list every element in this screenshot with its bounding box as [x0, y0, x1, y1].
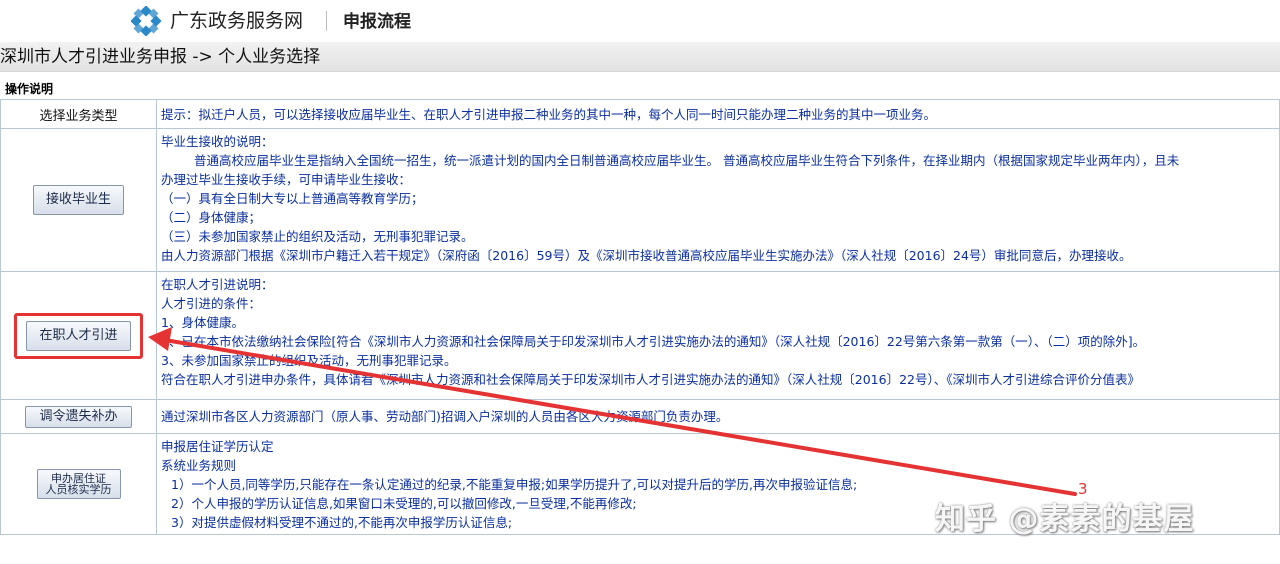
talent-introduction-button[interactable]: 在职人才引进 — [26, 320, 131, 351]
description-line: 符合在职人才引进申办条件，具体请看《深圳市人力资源和社会保障局关于印发深圳市人才… — [161, 372, 1140, 387]
select-business-type-label: 选择业务类型 — [39, 108, 118, 124]
table-row-graduate: 接收毕业生 毕业生接收的说明： 普通高校应届毕业生是指纳入全国统一招生，统一派遣… — [0, 128, 1280, 272]
header-divider — [326, 11, 327, 31]
row-label-cell: 调令遗失补办 — [0, 399, 157, 434]
row-label-cell: 选择业务类型 — [0, 99, 157, 129]
gov-logo-icon — [131, 6, 161, 36]
table-row-talent: 在职人才引进 在职人才引进说明： 人才引进的条件： 1、身体健康。 2、已在本市… — [0, 271, 1280, 400]
description-line: 系统业务规则 — [161, 458, 237, 473]
header-subtitle: 申报流程 — [343, 12, 411, 32]
description-line: （一）具有全日制大专以上普通高等教育学历； — [161, 191, 424, 206]
description-line: 毕业生接收的说明： — [161, 134, 274, 149]
description-line: 申报居住证学历认定 — [161, 439, 274, 454]
description-line: 由人力资源部门根据《深圳市户籍迁入若干规定》（深府函〔2016〕59号）及《深圳… — [161, 248, 1132, 263]
description-line: 2、已在本市依法缴纳社会保险[符合《深圳市人力资源和社会保障局关于印发深圳市人才… — [161, 334, 1146, 349]
breadcrumb-bar: 深圳市人才引进业务申报 -> 个人业务选择 — [0, 42, 1280, 72]
row-description: 毕业生接收的说明： 普通高校应届毕业生是指纳入全国统一招生，统一派遣计划的国内全… — [156, 128, 1280, 272]
row-label-cell: 申办居住证 人员核实学历 — [0, 433, 157, 535]
zhihu-watermark: 知乎 @素素的基屋 — [935, 502, 1195, 537]
description-line: 3、未参加国家禁止的组织及活动，无刑事犯罪记录。 — [161, 353, 457, 368]
breadcrumb: 深圳市人才引进业务申报 -> 个人业务选择 — [0, 47, 321, 67]
row-description: 在职人才引进说明： 人才引进的条件： 1、身体健康。 2、已在本市依法缴纳社会保… — [156, 271, 1280, 400]
description-line: （三）未参加国家禁止的组织及活动，无刑事犯罪记录。 — [161, 229, 474, 244]
description-line: 在职人才引进说明： — [161, 277, 274, 292]
row-label-cell: 接收毕业生 — [0, 128, 157, 272]
description-line: 人才引进的条件： — [161, 296, 262, 311]
site-name[interactable]: 广东政务服务网 — [170, 8, 303, 34]
residence-permit-education-button[interactable]: 申办居住证 人员核实学历 — [36, 469, 121, 499]
description-line: 1）一个人员,同等学历,只能存在一条认定通过的纪录,不能重复申报;如果学历提升了… — [171, 477, 858, 492]
row-description: 提示：拟迁户人员，可以选择接收应届毕业生、在职人才引进申报二种业务的其中一种，每… — [156, 99, 1280, 129]
button-label-line: 人员核实学历 — [45, 483, 112, 496]
description-line: （二）身体健康； — [161, 210, 262, 225]
description-line: 通过深圳市各区人力资源部门（原人事、劳动部门)招调入户深圳的人员由各区人力资源部… — [161, 409, 729, 424]
row-label-cell: 在职人才引进 — [0, 271, 157, 400]
row-description: 通过深圳市各区人力资源部门（原人事、劳动部门)招调入户深圳的人员由各区人力资源部… — [156, 399, 1280, 434]
table-row-lost-transfer-order: 调令遗失补办 通过深圳市各区人力资源部门（原人事、劳动部门)招调入户深圳的人员由… — [0, 399, 1280, 434]
description-line: 普通高校应届毕业生是指纳入全国统一招生，统一派遣计划的国内全日制普通高校应届毕业… — [194, 153, 1180, 168]
hint-text: 提示：拟迁户人员，可以选择接收应届毕业生、在职人才引进申报二种业务的其中一种，每… — [161, 107, 937, 122]
receive-graduate-button[interactable]: 接收毕业生 — [32, 185, 124, 215]
section-title: 操作说明 — [5, 82, 54, 96]
highlight-box: 在职人才引进 — [14, 312, 143, 359]
table-row-select-type: 选择业务类型 提示：拟迁户人员，可以选择接收应届毕业生、在职人才引进申报二种业务… — [0, 99, 1280, 129]
business-options-table: 选择业务类型 提示：拟迁户人员，可以选择接收应届毕业生、在职人才引进申报二种业务… — [0, 99, 1280, 535]
description-line: 1、身体健康。 — [161, 315, 244, 330]
site-header: 广东政务服务网 申报流程 — [0, 0, 1280, 42]
lost-transfer-order-button[interactable]: 调令遗失补办 — [25, 406, 132, 428]
description-line: 办理过毕业生接收手续，可申请毕业生接收： — [161, 172, 412, 187]
